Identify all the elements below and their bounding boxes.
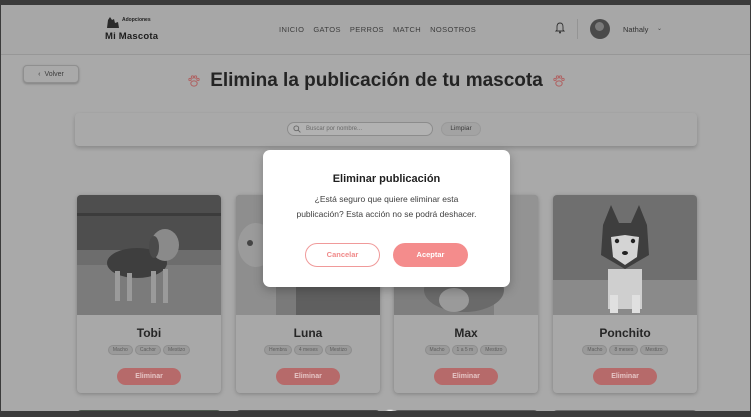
cancel-button[interactable]: Cancelar bbox=[305, 243, 380, 267]
bell-icon[interactable] bbox=[555, 22, 565, 34]
pet-tags: Macho 8 meses Mestizo bbox=[553, 345, 697, 355]
accept-button[interactable]: Aceptar bbox=[393, 243, 468, 267]
clear-button[interactable]: Limpiar bbox=[441, 122, 481, 136]
delete-button[interactable]: Eliminar bbox=[434, 368, 498, 385]
pet-name: Tobi bbox=[136, 326, 162, 340]
pet-tag: Hembra bbox=[264, 345, 292, 355]
paw-icon bbox=[188, 75, 200, 87]
chevron-down-icon[interactable]: ⌄ bbox=[657, 25, 662, 32]
modal-message: ¿Está seguro que quiere eliminar esta pu… bbox=[296, 194, 477, 219]
delete-button[interactable]: Eliminar bbox=[117, 368, 181, 385]
pet-tag: Cachor bbox=[134, 345, 161, 355]
nav-link-gatos[interactable]: GATOS bbox=[313, 25, 341, 34]
pet-tag: Macho bbox=[107, 345, 133, 355]
pet-tags: Hembra 4 meses Mestizo bbox=[236, 345, 380, 355]
nav-link-match[interactable]: MATCH bbox=[393, 25, 421, 34]
page-title: Elimina la publicación de tu mascota bbox=[1, 70, 750, 92]
pet-photo bbox=[553, 195, 697, 315]
pet-name: Ponchito bbox=[599, 326, 651, 340]
pet-tag: Mestizo bbox=[162, 345, 191, 355]
delete-button[interactable]: Eliminar bbox=[276, 368, 340, 385]
page-title-text: Elimina la publicación de tu mascota bbox=[210, 70, 543, 91]
dog-cat-logo-icon bbox=[107, 17, 119, 28]
pet-card: Ponchito Macho 8 meses Mestizo Eliminar bbox=[553, 195, 697, 393]
delete-button[interactable]: Eliminar bbox=[593, 368, 657, 385]
paw-icon bbox=[553, 75, 565, 87]
pet-card: Tobi Macho Cachor Mestizo Eliminar bbox=[77, 195, 221, 393]
nav-divider bbox=[577, 19, 578, 39]
user-name[interactable]: Nathaly bbox=[623, 25, 648, 34]
chevron-down-icon[interactable]: ▼ bbox=[383, 409, 397, 411]
nav-link-inicio[interactable]: INICIO bbox=[279, 25, 304, 34]
pet-tag: Mestizo bbox=[640, 345, 668, 355]
logo-subtitle: Adopciones bbox=[122, 17, 151, 23]
pet-tag: Macho bbox=[582, 345, 608, 355]
pet-photo bbox=[77, 195, 221, 315]
pet-name: Max bbox=[454, 326, 478, 340]
pet-tag: 1 a 5 m bbox=[451, 345, 479, 355]
pet-tag: Mestizo bbox=[324, 345, 352, 355]
pet-tag: Mestizo bbox=[480, 345, 508, 355]
pet-card-partial bbox=[394, 410, 538, 411]
search-input[interactable]: Buscar por nombre... bbox=[287, 122, 433, 136]
navbar: Adopciones Mi Mascota INICIO GATOS PERRO… bbox=[1, 5, 750, 55]
nav-link-nosotros[interactable]: NOSOTROS bbox=[430, 25, 476, 34]
pet-tag: 4 meses bbox=[293, 345, 323, 355]
pet-tags: Macho 1 a 5 m Mestizo bbox=[394, 345, 538, 355]
nav-links: INICIO GATOS PERROS MATCH NOSOTROS bbox=[279, 25, 476, 34]
pet-card-partial bbox=[236, 410, 380, 411]
search-icon bbox=[293, 125, 301, 133]
pet-card-partial bbox=[77, 410, 221, 411]
modal-title: Eliminar publicación bbox=[332, 173, 441, 185]
nav-link-perros[interactable]: PERROS bbox=[350, 25, 384, 34]
delete-confirmation-modal: Eliminar publicación ¿Está seguro que qu… bbox=[263, 150, 510, 287]
pet-tag: Macho bbox=[424, 345, 450, 355]
search-bar-card: Buscar por nombre... Limpiar bbox=[75, 113, 697, 146]
pet-card-partial bbox=[553, 410, 697, 411]
pet-tag: 8 meses bbox=[609, 345, 639, 355]
logo-title: Mi Mascota bbox=[105, 31, 159, 42]
logo[interactable]: Adopciones Mi Mascota bbox=[105, 14, 175, 46]
avatar[interactable] bbox=[590, 19, 610, 39]
pet-name: Luna bbox=[293, 326, 323, 340]
app-frame: Adopciones Mi Mascota INICIO GATOS PERRO… bbox=[0, 0, 751, 417]
pet-tags: Macho Cachor Mestizo bbox=[77, 345, 221, 355]
